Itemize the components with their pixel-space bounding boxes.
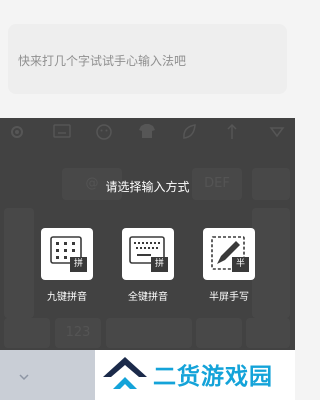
nine-key-pinyin-icon: 拼 [41, 228, 93, 280]
pinyin-badge: 拼 [154, 259, 164, 269]
option-full-key-pinyin[interactable]: 拼 全键拼音 [120, 228, 176, 303]
option-label: 半屏手写 [209, 292, 249, 303]
half-screen-handwriting-icon: 半 [203, 228, 255, 280]
dialog-title: 请选择输入方式 [105, 180, 190, 194]
watermark: 二货游戏园 [95, 350, 295, 400]
nav-bar [0, 350, 95, 400]
option-half-screen-handwriting[interactable]: 半 半屏手写 [201, 228, 257, 303]
option-label: 全键拼音 [128, 292, 168, 303]
option-nine-key-pinyin[interactable]: 拼 九键拼音 [39, 228, 95, 303]
watermark-text: 二货游戏园 [153, 364, 273, 390]
option-label: 九键拼音 [47, 292, 87, 303]
full-key-pinyin-icon: 拼 [122, 228, 174, 280]
text-input-field[interactable]: 快来打几个字试试手心输入法吧 [8, 24, 287, 94]
chevron-down-icon[interactable] [19, 370, 29, 384]
pinyin-badge: 拼 [73, 259, 83, 269]
input-placeholder: 快来打几个字试试手心输入法吧 [18, 54, 187, 68]
watermark-logo-icon [103, 357, 147, 389]
half-badge: 半 [235, 259, 245, 269]
